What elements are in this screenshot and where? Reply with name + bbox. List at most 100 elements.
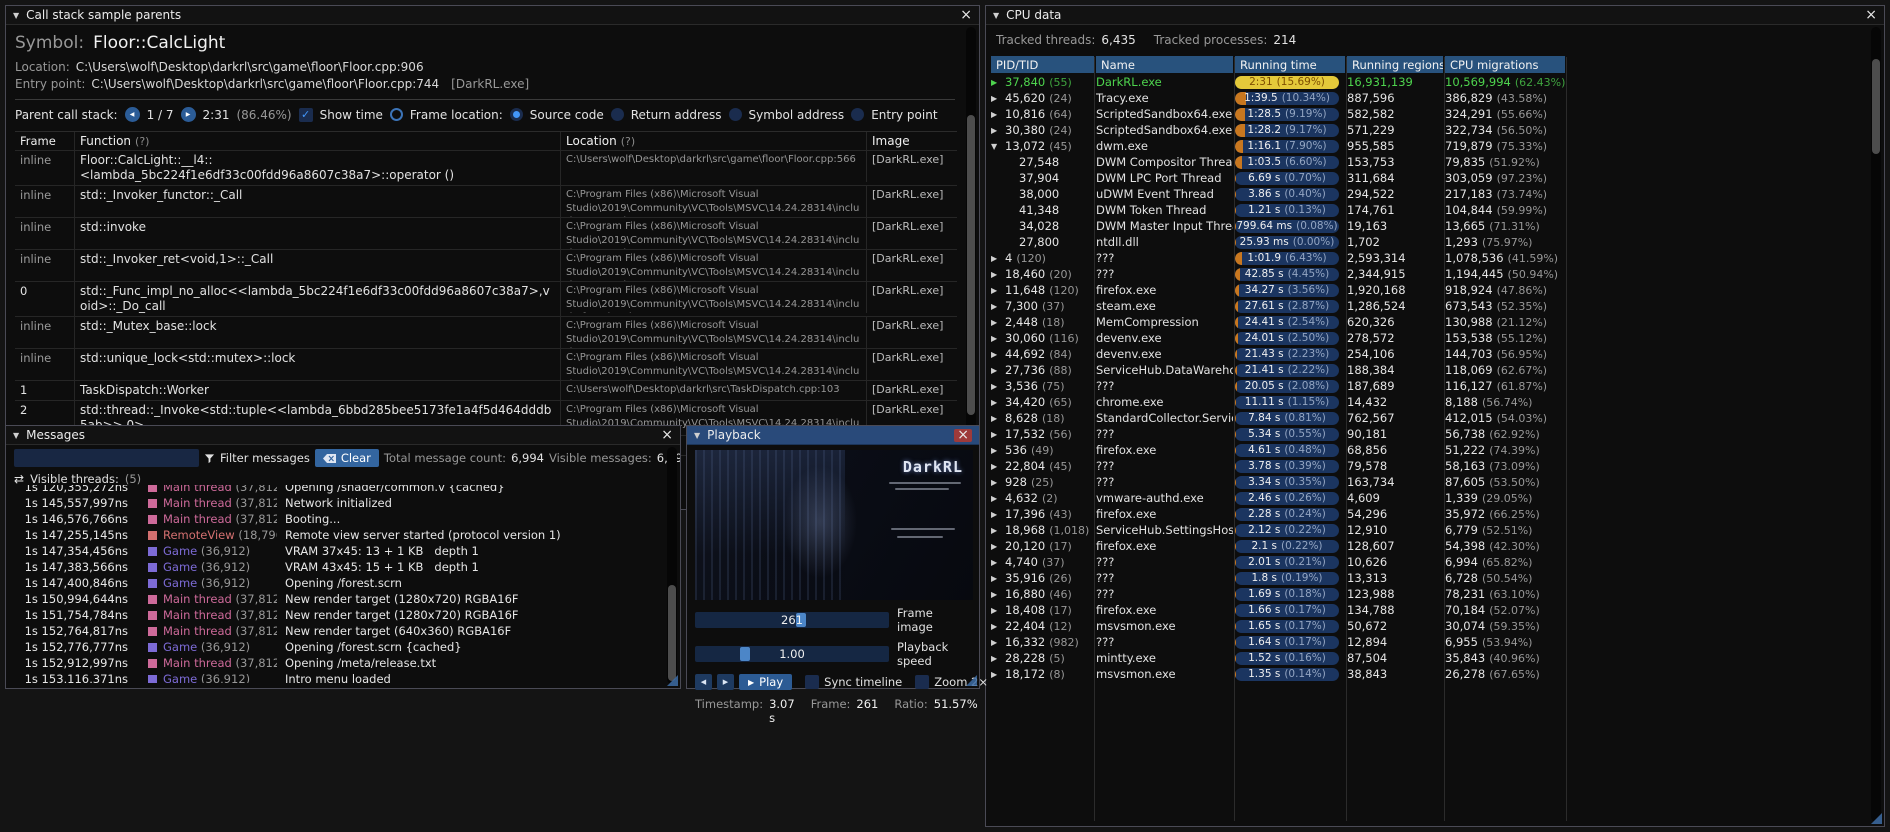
callstack-scrollbar-thumb[interactable] xyxy=(967,115,975,415)
message-row[interactable]: 1s 147,383,566ns Game (36,912) VRAM 43x45:… xyxy=(8,559,666,575)
expand-arrow-icon[interactable]: ▶ xyxy=(991,382,1001,391)
collapse-icon[interactable]: ▼ xyxy=(694,431,700,440)
callstack-row[interactable]: inline std::_Invoker_functor::_Call C:\Pro… xyxy=(15,186,957,218)
message-row[interactable]: 1s 120,355,272ns Main thread (37,812) Open… xyxy=(8,485,666,495)
expand-arrow-icon[interactable]: ▶ xyxy=(991,622,1001,631)
expand-arrow-icon[interactable]: ▶ xyxy=(991,78,1001,87)
message-row[interactable]: 1s 152,776,777ns Game (36,912) Opening /fo… xyxy=(8,639,666,655)
cpu-scrollbar-thumb[interactable] xyxy=(1872,59,1880,154)
column-header-name[interactable]: Name xyxy=(1096,56,1233,73)
cpu-row[interactable]: ▶ 18,460 (20)??? 42.85 s (4.45%) 2,344,915 1,1… xyxy=(986,266,1884,282)
callstack-row[interactable]: inline std::unique_lock<std::mutex>::lock… xyxy=(15,349,957,381)
step-back-button[interactable]: ◀ xyxy=(695,674,712,690)
messages-scrollbar-thumb[interactable] xyxy=(668,585,676,681)
expand-arrow-icon[interactable]: ▶ xyxy=(991,94,1001,103)
expand-arrow-icon[interactable]: ▶ xyxy=(991,366,1001,375)
message-row[interactable]: 1s 147,255,145nsRemoteView (18,796)Remot… xyxy=(8,527,666,543)
expand-arrow-icon[interactable]: ▶ xyxy=(991,398,1001,407)
collapse-icon[interactable]: ▼ xyxy=(993,11,999,20)
radio-return-address[interactable] xyxy=(610,108,624,121)
cpu-row[interactable]: ▶ 3,536 (75)??? 20.05 s (2.08%) 187,689 116,12… xyxy=(986,378,1884,394)
expand-arrow-icon[interactable]: ▶ xyxy=(991,558,1001,567)
cpu-row[interactable]: ▶ 10,816 (64) ScriptedSandbox64.exe 1:28.5 (9… xyxy=(986,106,1884,122)
expand-arrow-icon[interactable]: ▶ xyxy=(991,670,1001,679)
step-forward-button[interactable]: ▶ xyxy=(717,674,734,690)
column-header-running-regions[interactable]: Running regions xyxy=(1347,56,1443,73)
cpu-row[interactable]: 38,000 uDWM Event Thread 3.86 s (0.40%) 294,… xyxy=(986,186,1884,202)
callstack-row[interactable]: inline std::_Invoker_ret<void,1>::_Call C:… xyxy=(15,250,957,282)
messages-scrollbar[interactable] xyxy=(667,447,677,684)
radio-source-code[interactable] xyxy=(509,108,523,121)
cpu-row[interactable]: ▶ 20,120 (17) firefox.exe 2.1 s (0.22%) 128,60… xyxy=(986,538,1884,554)
prev-parent-button[interactable]: ◀ xyxy=(124,107,140,122)
close-icon[interactable]: × xyxy=(960,8,972,22)
expand-arrow-icon[interactable]: ▶ xyxy=(991,638,1001,647)
expand-arrow-icon[interactable]: ▶ xyxy=(991,414,1001,423)
close-icon[interactable]: × xyxy=(954,428,972,442)
cpu-row[interactable]: ▶ 4,740 (37)??? 2.01 s (0.21%) 10,626 6,994 (65… xyxy=(986,554,1884,570)
cpu-row[interactable]: ▶ 17,532 (56)??? 5.34 s (0.55%) 90,181 56,738(… xyxy=(986,426,1884,442)
cpu-row[interactable]: ▶ 18,968(1,018) ServiceHub.SettingsHost.ex… xyxy=(986,522,1884,538)
column-header-running-time[interactable]: Running time xyxy=(1235,56,1345,73)
collapse-icon[interactable]: ▼ xyxy=(13,431,19,440)
cpu-row[interactable]: ▶ 28,228 (5) mintty.exe 1.52 s (0.16%) 87,504 3… xyxy=(986,650,1884,666)
expand-arrow-icon[interactable]: ▶ xyxy=(991,302,1001,311)
playback-titlebar[interactable]: ▼ Playback × xyxy=(687,426,979,445)
message-row[interactable]: 1s 146,576,766ns Main thread (37,812) Boot… xyxy=(8,511,666,527)
callstack-row[interactable]: inline std::_Mutex_base::lock C:\Program F… xyxy=(15,317,957,349)
message-row[interactable]: 1s 152,912,997ns Main thread (37,812) Open… xyxy=(8,655,666,671)
expand-arrow-icon[interactable]: ▶ xyxy=(991,574,1001,583)
column-header-pid[interactable]: PID/TID xyxy=(991,56,1094,73)
cpu-row[interactable]: ▶ 4 (120)??? 1:01.9 (6.43%) 2,593,314 1,078,53… xyxy=(986,250,1884,266)
speed-slider-grab[interactable] xyxy=(739,647,750,661)
expand-arrow-icon[interactable]: ▶ xyxy=(991,126,1001,135)
cpu-row[interactable]: ▶ 2,448 (18) MemCompression 24.41 s (2.54%) 62… xyxy=(986,314,1884,330)
radio-entry-point[interactable] xyxy=(851,108,865,121)
clear-button[interactable]: Clear xyxy=(314,449,379,467)
expand-arrow-icon[interactable]: ▶ xyxy=(991,334,1001,343)
callstack-row[interactable]: inline std::invoke C:\Program Files (x86)\… xyxy=(15,218,957,250)
expand-arrow-icon[interactable]: ▶ xyxy=(991,478,1001,487)
playback-speed-slider[interactable]: 1.00 xyxy=(695,646,889,662)
zoom-checkbox[interactable] xyxy=(915,675,930,689)
expand-arrow-icon[interactable]: ▶ xyxy=(991,270,1001,279)
frame-image-slider[interactable]: 261 xyxy=(695,612,889,628)
message-filter-input[interactable] xyxy=(14,449,199,467)
close-icon[interactable]: × xyxy=(661,428,673,442)
cpu-row[interactable]: ▶ 536 (49) firefox.exe 4.61 s (0.48%) 68,856 51… xyxy=(986,442,1884,458)
cpu-row[interactable]: 37,904 DWM LPC Port Thread 6.69 s (0.70%) 31… xyxy=(986,170,1884,186)
expand-arrow-icon[interactable]: ▶ xyxy=(991,654,1001,663)
expand-arrow-icon[interactable]: ▶ xyxy=(991,350,1001,359)
message-row[interactable]: 1s 147,400,846ns Game (36,912) Opening /fo… xyxy=(8,575,666,591)
cpu-row[interactable]: ▶ 4,632 (2) vmware-authd.exe 2.46 s (0.26%) 4,… xyxy=(986,490,1884,506)
cpu-row[interactable]: ▶8,628(18)StandardCollector.Service.e7.8… xyxy=(986,410,1884,426)
expand-arrow-icon[interactable]: ▶ xyxy=(991,510,1001,519)
callstack-titlebar[interactable]: ▼ Call stack sample parents × xyxy=(6,6,979,25)
callstack-row[interactable]: 1 TaskDispatch::Worker C:\Users\wolf\Deskt… xyxy=(15,381,957,401)
play-button[interactable]: ▶ Play xyxy=(739,674,793,690)
cpu-row[interactable]: ▶ 37,840 (55) DarkRL.exe 2:31 (15.69%) 16,931,… xyxy=(986,74,1884,90)
cpu-scrollbar[interactable] xyxy=(1871,27,1881,822)
message-row[interactable]: 1s 150,994,644ns Main thread (37,812) New … xyxy=(8,591,666,607)
cpu-row[interactable]: ▶27,736(88)ServiceHub.DataWarehouse21.41… xyxy=(986,362,1884,378)
close-icon[interactable]: × xyxy=(1865,8,1877,22)
next-parent-button[interactable]: ▶ xyxy=(180,107,196,122)
collapse-icon[interactable]: ▼ xyxy=(13,11,19,20)
expand-arrow-icon[interactable]: ▶ xyxy=(991,446,1001,455)
resize-grip[interactable] xyxy=(966,675,977,686)
show-time-checkbox[interactable]: ✓ xyxy=(298,107,313,122)
column-header-cpu-migrations[interactable]: CPU migrations xyxy=(1445,56,1565,73)
cpu-row[interactable]: ▶ 22,804 (45)??? 3.78 s (0.39%) 79,578 58,163(… xyxy=(986,458,1884,474)
sync-timeline-checkbox[interactable] xyxy=(805,675,820,689)
expand-arrow-icon[interactable]: ▶ xyxy=(991,462,1001,471)
cpu-titlebar[interactable]: ▼ CPU data × xyxy=(986,6,1884,25)
cpu-row[interactable]: ▶ 30,060 (116) devenv.exe 24.01 s (2.50%) 278,… xyxy=(986,330,1884,346)
cpu-row[interactable]: ▶ 16,880 (46)??? 1.69 s (0.18%) 123,988 78,231… xyxy=(986,586,1884,602)
radio-symbol-address[interactable] xyxy=(728,108,742,121)
cpu-row[interactable]: ▶ 34,420 (65) chrome.exe 11.11 s (1.15%) 14,43… xyxy=(986,394,1884,410)
cpu-row[interactable]: ▶ 18,172 (8) msvsmon.exe 1.35 s (0.14%) 38,843… xyxy=(986,666,1884,682)
cpu-row[interactable]: ▶ 44,692 (84) devenv.exe 21.43 s (2.23%) 254,1… xyxy=(986,346,1884,362)
expand-arrow-icon[interactable]: ▶ xyxy=(991,110,1001,119)
cpu-row[interactable]: ▶ 11,648 (120) firefox.exe 34.27 s (3.56%) 1,9… xyxy=(986,282,1884,298)
cpu-row[interactable]: ▶ 928 (25)??? 3.34 s (0.35%) 163,734 87,605 (53… xyxy=(986,474,1884,490)
